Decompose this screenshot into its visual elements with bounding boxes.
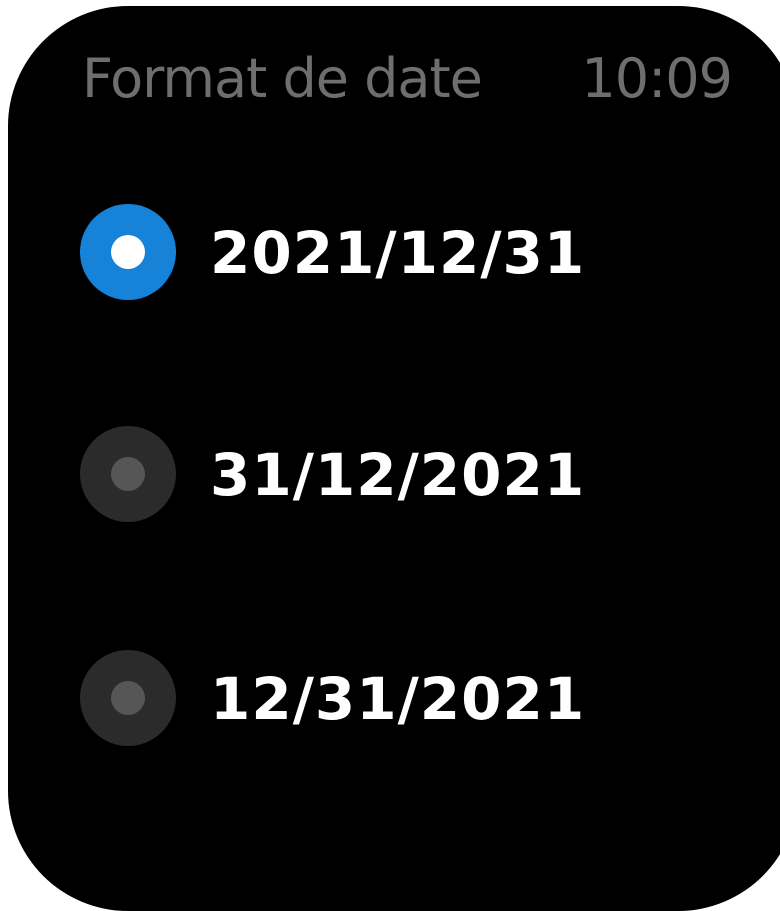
option-label: 31/12/2021	[210, 441, 586, 509]
clock-time: 10:09	[581, 47, 733, 110]
radio-selected-icon[interactable]	[80, 204, 176, 300]
header: Format de date 10:09	[82, 44, 733, 114]
radio-unselected-icon[interactable]	[80, 650, 176, 746]
date-format-option-dmy[interactable]: 31/12/2021	[80, 426, 600, 526]
option-label: 12/31/2021	[210, 665, 586, 733]
radio-unselected-icon[interactable]	[80, 426, 176, 522]
watch-screen: Format de date 10:09 2021/12/31 31/12/20…	[8, 6, 780, 911]
page-title: Format de date	[82, 47, 483, 110]
radio-dot	[111, 681, 145, 715]
option-label: 2021/12/31	[210, 219, 586, 287]
radio-dot	[111, 457, 145, 491]
date-format-option-mdy[interactable]: 12/31/2021	[80, 650, 600, 750]
date-format-option-ymd[interactable]: 2021/12/31	[80, 204, 600, 304]
radio-dot	[111, 235, 145, 269]
